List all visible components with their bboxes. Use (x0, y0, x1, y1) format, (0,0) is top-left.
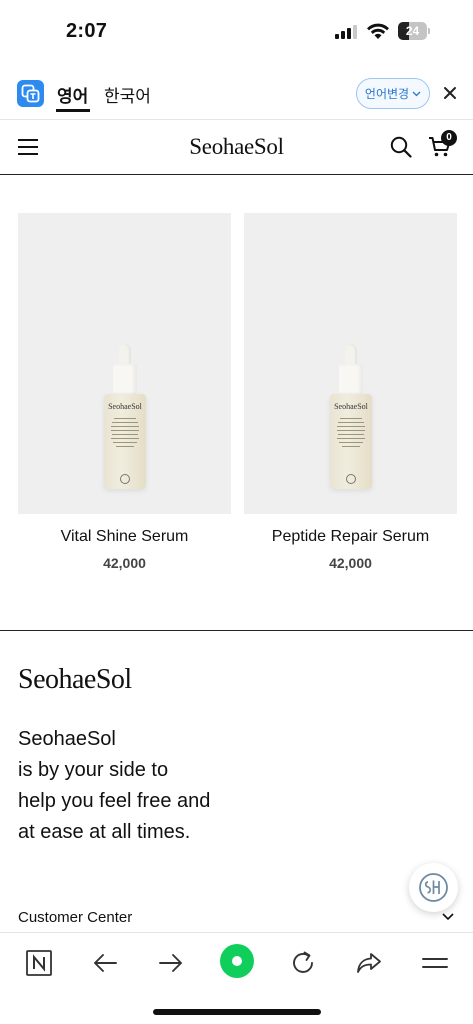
change-language-button[interactable]: 언어변경 (356, 78, 430, 109)
home-dot-icon (232, 956, 242, 966)
tab-english[interactable]: 영어 (57, 82, 88, 107)
naver-icon[interactable] (24, 948, 54, 978)
status-time: 2:07 (66, 20, 108, 42)
cart-count-badge: 0 (441, 130, 457, 146)
footer-logo: SeohaeSol (18, 664, 132, 695)
bottle-brand-label: SeohaeSol (334, 402, 368, 411)
menu-icon[interactable] (420, 948, 450, 978)
back-arrow-icon[interactable] (90, 948, 120, 978)
battery-icon: 24 (398, 22, 430, 40)
screen: 2:07 24 영어 한국어 언어변경 SeohaeSol 0 SeohaeSo… (0, 0, 473, 1024)
chat-logo-icon (419, 873, 448, 902)
chat-button[interactable] (409, 863, 458, 912)
home-button[interactable] (220, 944, 254, 978)
status-bar: 2:07 24 (0, 0, 473, 64)
tagline-line: help you feel free and (18, 790, 211, 812)
change-language-label: 언어변경 (364, 87, 410, 101)
serum-bottle-image: SeohaeSol (330, 344, 372, 489)
product-name[interactable]: Vital Shine Serum (18, 528, 231, 546)
product-name[interactable]: Peptide Repair Serum (244, 528, 457, 546)
tagline-line: is by your side to (18, 759, 169, 781)
active-tab-indicator (56, 109, 90, 112)
battery-level: 24 (405, 24, 420, 38)
chevron-down-icon[interactable] (441, 912, 455, 922)
cellular-signal-icon (335, 25, 357, 39)
product-image[interactable]: SeohaeSol (18, 213, 231, 514)
wifi-icon (367, 23, 389, 39)
product-image[interactable]: SeohaeSol (244, 213, 457, 514)
reload-icon[interactable] (288, 948, 318, 978)
close-icon[interactable] (441, 84, 459, 102)
footer-tagline: SeohaeSol is by your side to help you fe… (18, 724, 318, 848)
translate-app-icon (17, 80, 44, 107)
home-indicator (153, 1009, 321, 1015)
site-header: SeohaeSol (0, 120, 473, 175)
product-price: 42,000 (103, 555, 146, 571)
translate-bar: 영어 한국어 언어변경 (0, 64, 473, 120)
product-card[interactable]: SeohaeSol Vital Shine Serum 42,000 (18, 213, 231, 571)
search-icon[interactable] (390, 136, 412, 158)
forward-arrow-icon[interactable] (156, 948, 186, 978)
customer-center-toggle[interactable]: Customer Center (18, 909, 132, 926)
share-icon[interactable] (354, 948, 384, 978)
chevron-down-icon (412, 91, 421, 96)
bottle-brand-label: SeohaeSol (108, 402, 142, 411)
tagline-line: SeohaeSol (18, 728, 116, 750)
tagline-line: at ease at all times. (18, 821, 191, 843)
footer-divider (0, 630, 473, 631)
product-price: 42,000 (329, 555, 372, 571)
tab-korean[interactable]: 한국어 (104, 82, 151, 107)
serum-bottle-image: SeohaeSol (104, 344, 146, 489)
product-card[interactable]: SeohaeSol Peptide Repair Serum 42,000 (244, 213, 457, 571)
